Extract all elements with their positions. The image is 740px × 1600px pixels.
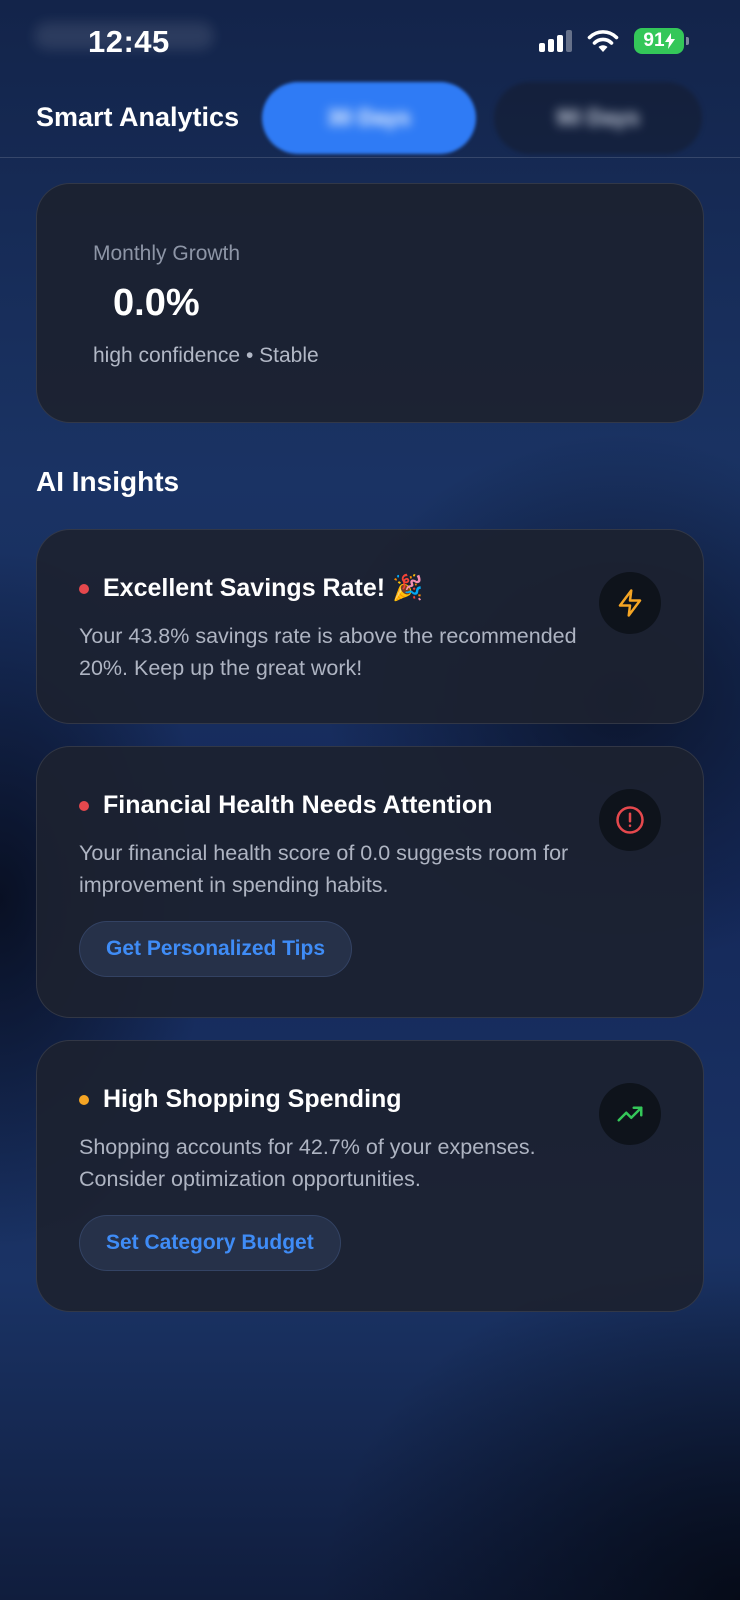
insight-header: Excellent Savings Rate! 🎉: [79, 574, 423, 603]
insight-title: High Shopping Spending: [103, 1085, 402, 1113]
lightning-icon: [599, 572, 661, 634]
status-dot: [79, 800, 89, 811]
insight-card-financial-health[interactable]: Financial Health Needs Attention Your fi…: [36, 746, 704, 1018]
page-header: Smart Analytics 30 Days 90 Days: [0, 80, 740, 158]
trending-up-icon: [599, 1083, 661, 1145]
insight-description: Shopping accounts for 42.7% of your expe…: [79, 1135, 536, 1191]
insight-title: Excellent Savings Rate! 🎉: [103, 574, 424, 602]
growth-confidence: high confidence • Stable: [93, 344, 319, 367]
insight-description: Your 43.8% savings rate is above the rec…: [79, 624, 577, 680]
monthly-growth-card: Monthly Growth 0.0% high confidence • St…: [36, 183, 704, 423]
insights-section-title: AI Insights: [36, 466, 180, 497]
insight-card-shopping[interactable]: High Shopping Spending Shopping accounts…: [36, 1040, 704, 1312]
growth-value: 0.0%: [113, 282, 200, 324]
signal-icon: [539, 30, 572, 52]
tab-90-days[interactable]: 90 Days: [494, 82, 702, 154]
get-personalized-tips-button[interactable]: Get Personalized Tips: [79, 921, 353, 977]
insight-title: Financial Health Needs Attention: [103, 791, 493, 819]
charging-bolt-icon: [664, 33, 675, 49]
tab-label: 30 Days: [327, 105, 411, 130]
battery-charging-icon: 91: [634, 28, 689, 54]
insight-card-savings[interactable]: Excellent Savings Rate! 🎉 Your 43.8% sav…: [36, 529, 704, 724]
page-title: Smart Analytics: [36, 102, 240, 132]
insight-header: Financial Health Needs Attention: [79, 791, 492, 820]
alert-circle-icon: [599, 789, 661, 851]
tab-30-days[interactable]: 30 Days: [262, 82, 476, 154]
battery-level: 91: [643, 30, 665, 51]
wifi-icon: [587, 30, 619, 52]
status-bar: 12:45 91: [0, 0, 740, 80]
set-category-budget-button[interactable]: Set Category Budget: [79, 1215, 341, 1271]
tab-label: 90 Days: [556, 105, 640, 130]
status-time: 12:45: [88, 24, 170, 59]
growth-label: Monthly Growth: [93, 242, 241, 265]
insight-header: High Shopping Spending: [79, 1085, 402, 1114]
status-icons: 91: [539, 28, 689, 54]
insight-description: Your financial health score of 0.0 sugge…: [79, 841, 569, 897]
status-dot: [79, 1094, 89, 1105]
status-dot: [79, 583, 89, 594]
